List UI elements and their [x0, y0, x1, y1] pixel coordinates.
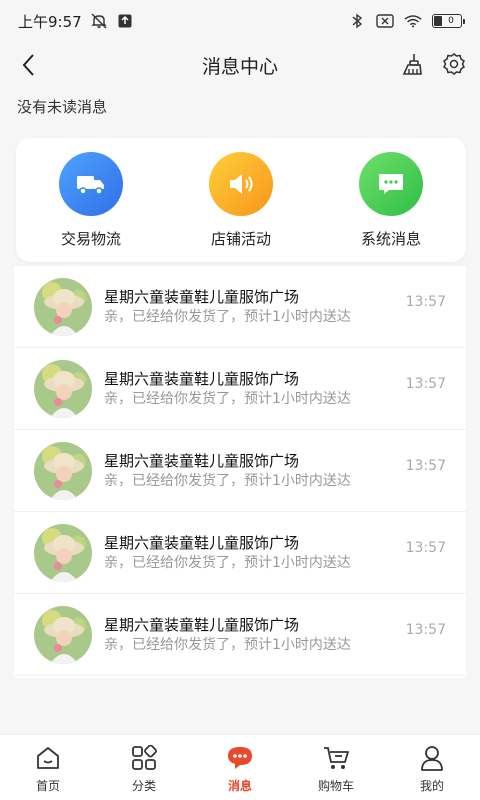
battery-icon: 0	[432, 14, 465, 28]
tab-cart[interactable]: 购物车	[296, 743, 376, 794]
back-button[interactable]	[14, 50, 44, 80]
message-sender: 星期六童装童鞋儿童服饰广场	[104, 533, 300, 552]
list-item[interactable]: 星期六童装童鞋儿童服饰广场 亲，已经给你发货了，预计1小时内送达 13:57	[14, 266, 466, 348]
clear-messages-button[interactable]	[398, 50, 426, 78]
tab-label: 消息	[227, 779, 252, 793]
message-time: 13:57	[405, 294, 446, 310]
message-preview: 亲，已经给你发货了，预计1小时内送达	[104, 308, 351, 325]
message-sender: 星期六童装童鞋儿童服饰广场	[104, 369, 300, 388]
category-label: 交易物流	[60, 230, 121, 248]
status-bar: 上午9:57 0	[0, 0, 480, 42]
tab-messages[interactable]: 消息	[200, 743, 280, 794]
tab-label: 分类	[131, 779, 156, 793]
person-icon	[417, 743, 447, 773]
top-navigation-bar: 消息中心	[0, 42, 480, 88]
category-label: 店铺活动	[210, 230, 271, 248]
settings-button[interactable]	[440, 50, 468, 78]
bluetooth-icon	[348, 13, 366, 29]
tab-category[interactable]: 分类	[104, 743, 184, 794]
truck-icon	[59, 152, 123, 216]
speaker-icon	[209, 152, 273, 216]
status-time: 上午9:57	[18, 12, 82, 31]
chevron-left-icon	[22, 54, 34, 76]
tab-label: 首页	[35, 779, 60, 793]
category-label: 系统消息	[360, 230, 421, 248]
avatar	[34, 277, 92, 336]
battery-level: 0	[448, 16, 454, 26]
message-sender: 星期六童装童鞋儿童服饰广场	[104, 615, 300, 634]
message-time: 13:57	[405, 376, 446, 392]
list-item[interactable]: 星期六童装童鞋儿童服饰广场 亲，已经给你发货了，预计1小时内送达 13:57	[14, 594, 466, 676]
unread-status-text: 没有未读消息	[17, 98, 108, 116]
message-preview: 亲，已经给你发货了，预计1小时内送达	[104, 554, 351, 571]
avatar	[34, 359, 92, 418]
message-preview: 亲，已经给你发货了，预计1小时内送达	[104, 472, 351, 489]
tab-label: 购物车	[317, 779, 354, 793]
bottom-tab-bar: 首页 分类 消息 购物车 我的	[0, 734, 480, 800]
message-icon	[225, 743, 255, 773]
message-preview: 亲，已经给你发货了，预计1小时内送达	[104, 390, 351, 407]
tab-label: 我的	[419, 779, 444, 793]
cart-icon	[321, 743, 351, 773]
list-item[interactable]: 星期六童装童鞋儿童服饰广场 亲，已经给你发货了，预计1小时内送达 13:57	[14, 430, 466, 512]
message-time: 13:57	[405, 622, 446, 638]
wifi-icon	[404, 14, 422, 28]
list-item[interactable]: 星期六童装童鞋儿童服饰广场 亲，已经给你发货了，预计1小时内送达 13:57	[14, 512, 466, 594]
broom-icon	[402, 54, 422, 75]
grid-icon	[129, 743, 159, 773]
gear-icon	[443, 53, 465, 75]
message-list: 星期六童装童鞋儿童服饰广场 亲，已经给你发货了，预计1小时内送达 13:57 星…	[14, 266, 466, 678]
home-icon	[33, 743, 63, 773]
category-trade-logistics[interactable]: 交易物流	[26, 152, 156, 249]
mute-icon	[90, 13, 108, 29]
message-preview: 亲，已经给你发货了，预计1小时内送达	[104, 636, 351, 653]
no-sim-icon	[376, 14, 394, 28]
upload-notification-icon	[116, 14, 134, 28]
category-shop-activity[interactable]: 店铺活动	[176, 152, 306, 249]
message-category-panel: 交易物流 店铺活动 系统消息	[16, 138, 466, 262]
message-sender: 星期六童装童鞋儿童服饰广场	[104, 287, 300, 306]
message-sender: 星期六童装童鞋儿童服饰广场	[104, 451, 300, 470]
tab-profile[interactable]: 我的	[392, 743, 472, 794]
avatar	[34, 441, 92, 500]
message-time: 13:57	[405, 540, 446, 556]
list-item[interactable]: 星期六童装童鞋儿童服饰广场 亲，已经给你发货了，预计1小时内送达 13:57	[14, 348, 466, 430]
chat-bubble-icon	[359, 152, 423, 216]
avatar	[34, 605, 92, 664]
message-center-screen: 上午9:57 0 消息中心 没有未读消息 交易物流 店铺活动 系统消息 星期六童…	[0, 0, 480, 800]
avatar	[34, 523, 92, 582]
category-system-messages[interactable]: 系统消息	[326, 152, 456, 249]
tab-home[interactable]: 首页	[8, 743, 88, 794]
message-time: 13:57	[405, 458, 446, 474]
